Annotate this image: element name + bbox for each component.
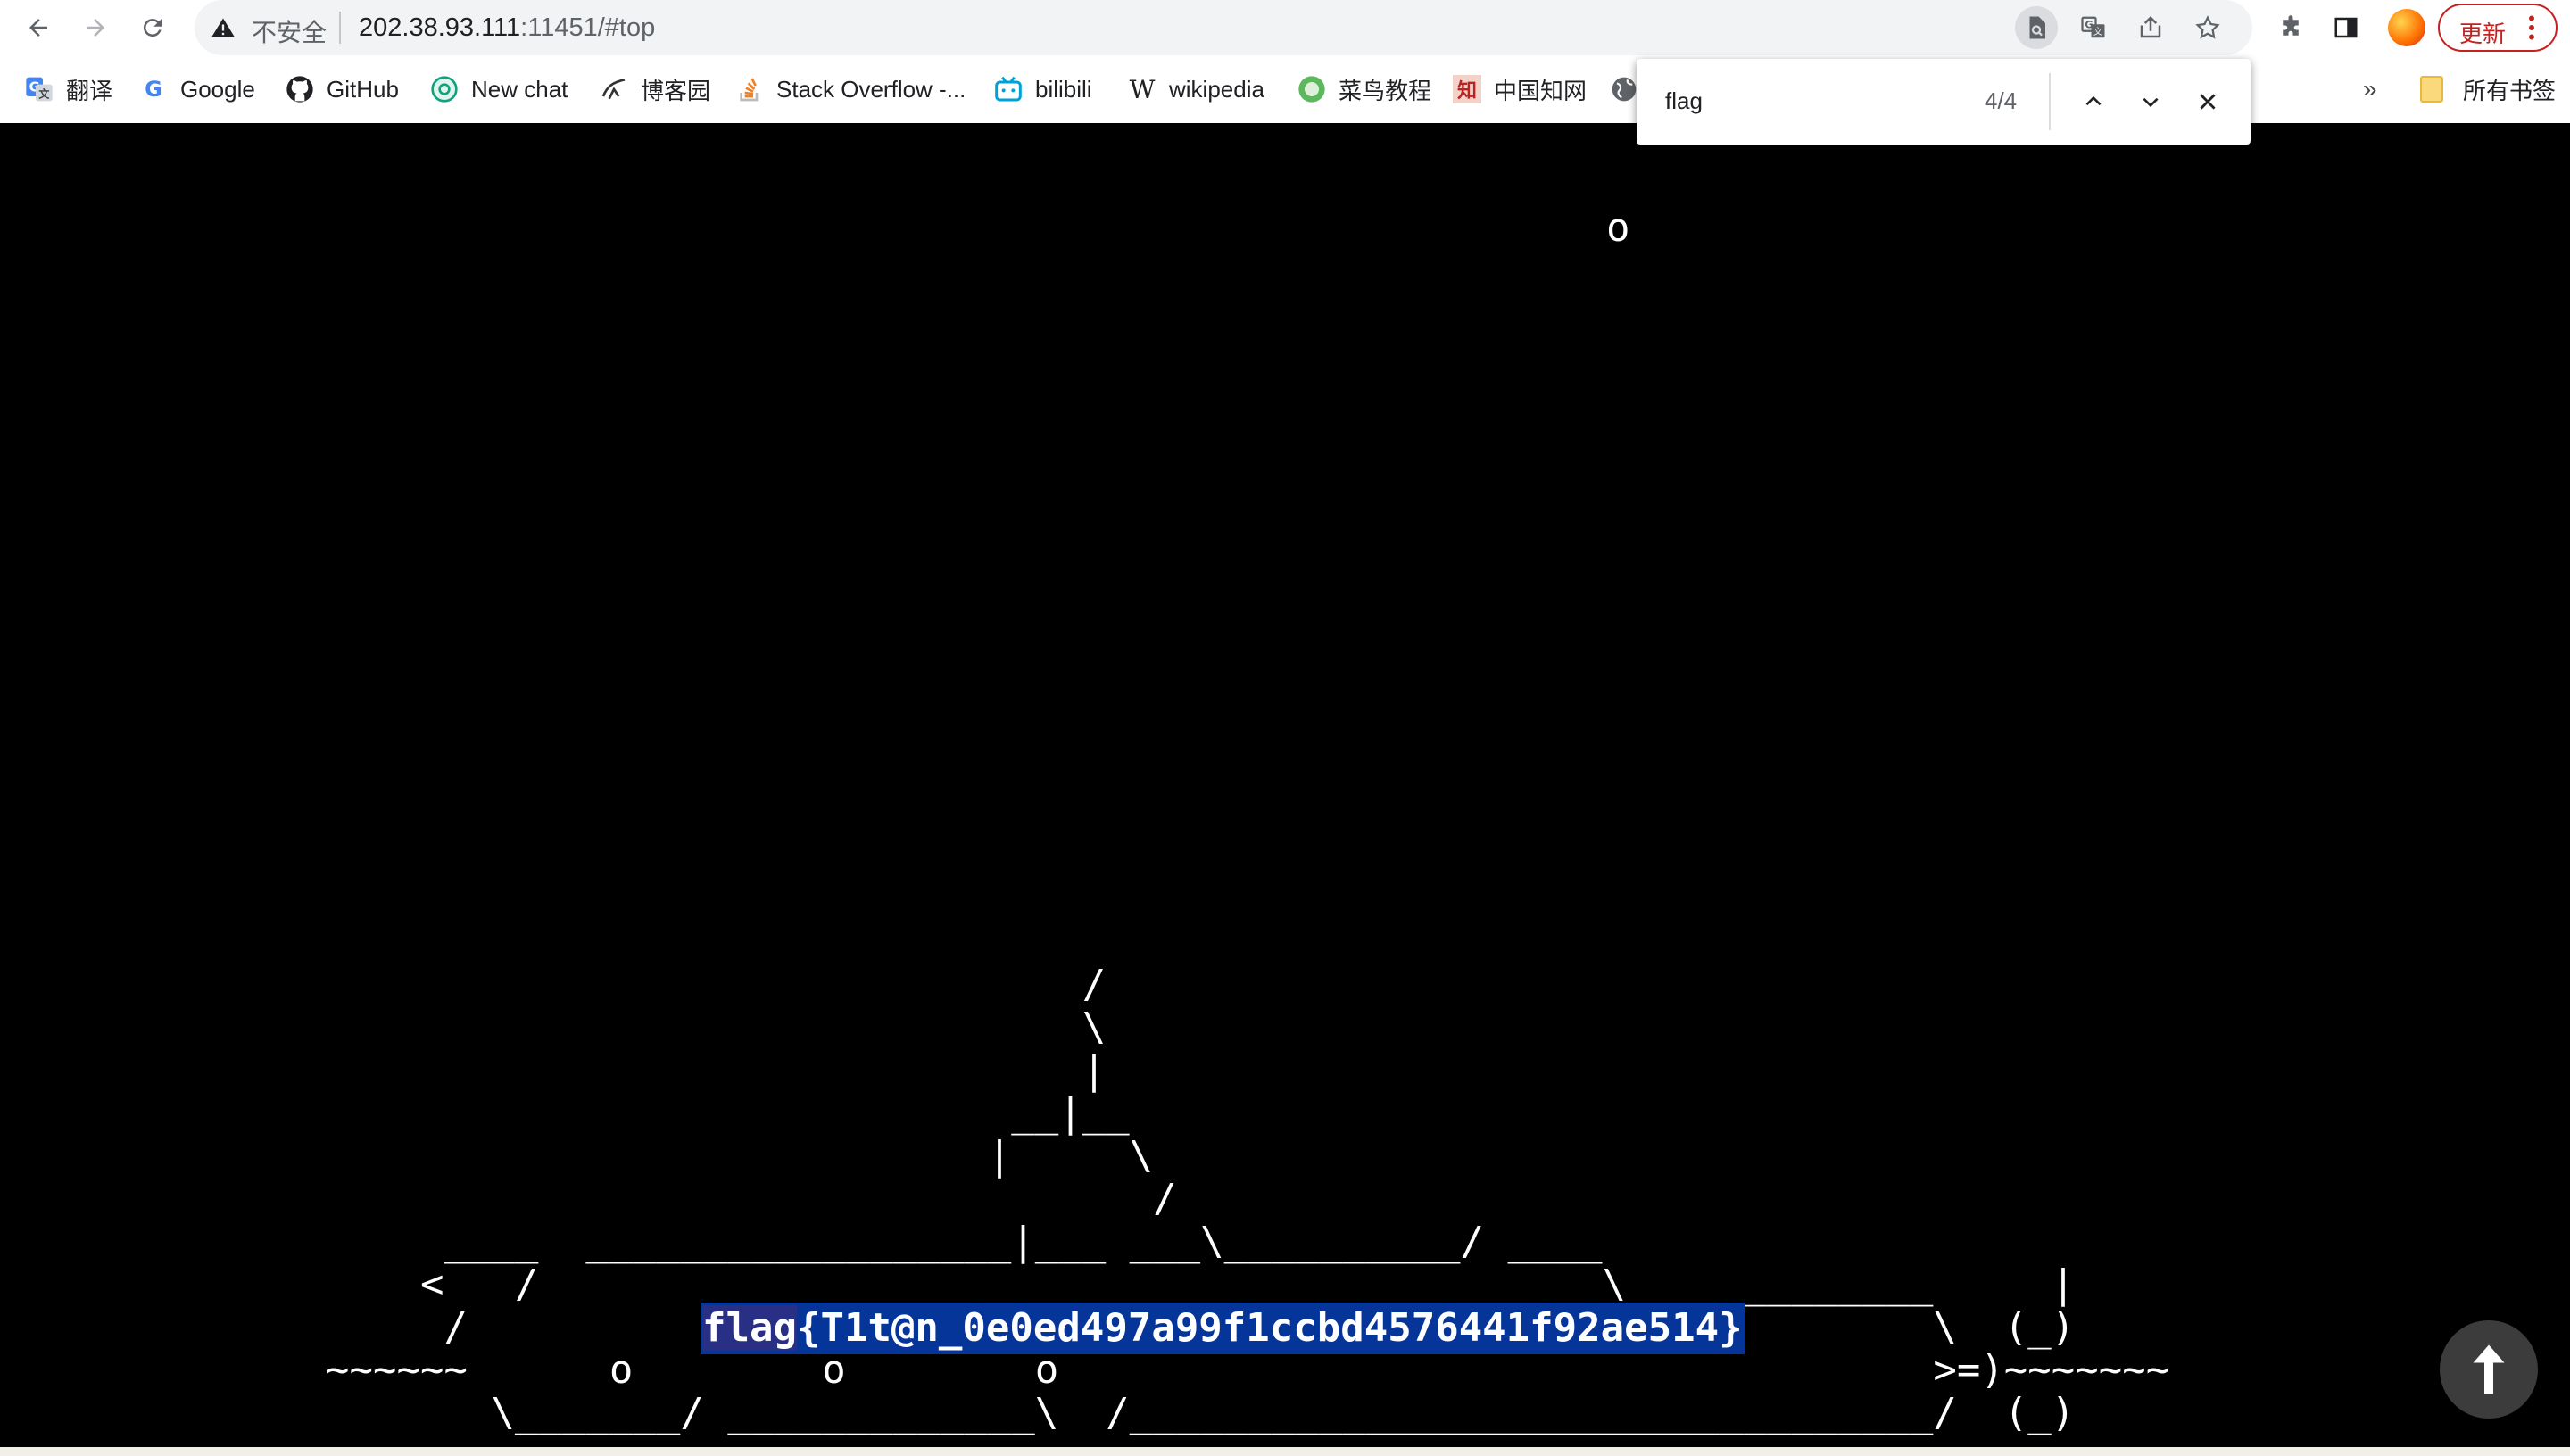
find-previous-button[interactable]	[2074, 82, 2113, 121]
bookmark-runoob[interactable]: 菜鸟教程	[1297, 71, 1431, 107]
openai-icon	[430, 75, 459, 103]
reload-button[interactable]	[132, 7, 173, 48]
bookmark-github[interactable]: GitHub	[286, 71, 399, 107]
folder-icon	[2420, 76, 2443, 103]
stackoverflow-icon	[735, 75, 764, 103]
translate-button[interactable]: G文	[2072, 6, 2115, 49]
bubble-glyph: o	[1606, 205, 1630, 251]
google-translate-icon: G文	[25, 75, 54, 103]
svg-text:文: 文	[38, 87, 50, 100]
wikipedia-icon: W	[1129, 74, 1156, 104]
find-divider	[2049, 73, 2051, 130]
close-icon	[2200, 94, 2216, 110]
bookmark-label: GitHub	[327, 75, 399, 103]
bookmark-google[interactable]: G Google	[139, 71, 255, 107]
address-bar[interactable]: 不安全 202.38.93.111:11451/#top G文	[195, 0, 2252, 55]
bookmark-new-chat[interactable]: New chat	[430, 71, 568, 107]
google-icon: G	[145, 77, 162, 102]
bookmark-label: Google	[180, 75, 255, 103]
bookmark-label: bilibili	[1035, 75, 1092, 103]
chevron-up-icon	[2085, 95, 2102, 106]
bilibili-icon	[994, 75, 1023, 103]
cnblogs-icon	[600, 75, 628, 103]
bookmark-translate[interactable]: G文 翻译	[25, 71, 112, 107]
bookmark-label: 菜鸟教程	[1339, 77, 1432, 104]
bookmarks-overflow-button[interactable]: »	[2363, 75, 2377, 103]
find-bar: 4/4	[1637, 59, 2251, 145]
security-label[interactable]: 不安全	[252, 13, 327, 49]
submarine-ascii-art: / \ | __|__ | \ / ____ _________________…	[326, 962, 2170, 1435]
all-bookmarks-button[interactable]: 所有书签	[2420, 71, 2556, 107]
find-input[interactable]	[1663, 80, 1961, 121]
find-in-page-icon	[2029, 16, 2045, 39]
side-panel-button[interactable]	[2325, 7, 2367, 48]
back-button[interactable]	[18, 7, 59, 48]
reload-icon	[143, 19, 162, 37]
scroll-to-top-button[interactable]	[2440, 1320, 2538, 1419]
flag-search-match: flag	[702, 1305, 797, 1351]
more-menu-icon	[2529, 15, 2534, 40]
url-text[interactable]: 202.38.93.111:11451/#top	[359, 13, 655, 43]
omnibox-divider	[339, 12, 341, 44]
side-panel-icon	[2334, 17, 2358, 38]
bookmark-label: New chat	[471, 75, 568, 103]
github-icon	[286, 75, 314, 103]
bookmark-bilibili[interactable]: bilibili	[994, 71, 1092, 107]
bookmark-stackoverflow[interactable]: Stack Overflow -...	[735, 71, 966, 107]
update-button[interactable]: 更新	[2438, 4, 2558, 52]
url-path: :11451/#top	[520, 13, 656, 42]
page-bottom-edge	[0, 1447, 2570, 1456]
bookmark-cnblogs[interactable]: 博客园	[600, 71, 710, 107]
chevron-down-icon	[2143, 97, 2159, 108]
find-close-button[interactable]	[2188, 82, 2227, 121]
bookmark-cnki[interactable]: 知 中国知网	[1453, 71, 1587, 107]
cnki-icon: 知	[1453, 75, 1481, 103]
puzzle-icon	[2283, 15, 2299, 36]
update-label: 更新	[2459, 21, 2507, 47]
bookmark-label: 中国知网	[1494, 77, 1588, 104]
url-host: 202.38.93.111	[359, 13, 521, 42]
find-in-page-button[interactable]	[2015, 6, 2058, 49]
extensions-button[interactable]	[2270, 7, 2311, 48]
share-icon	[2140, 15, 2161, 38]
browser-toolbar: 不安全 202.38.93.111:11451/#top G文 更新	[0, 0, 2570, 55]
bookmark-label: wikipedia	[1169, 75, 1264, 103]
warning-icon	[211, 18, 235, 37]
find-match-count: 4/4	[1985, 87, 2018, 114]
bookmark-label: 翻译	[66, 77, 113, 104]
bookmark-label: 博客园	[641, 77, 711, 104]
arrow-left-icon	[29, 19, 47, 37]
globe-icon	[1610, 75, 1638, 103]
share-button[interactable]	[2129, 6, 2172, 49]
find-next-button[interactable]	[2131, 82, 2170, 121]
flag-text: flag{T1t@n_0e0ed497a99f1ccbd4576441f92ae…	[701, 1303, 1745, 1354]
forward-button[interactable]	[75, 7, 116, 48]
bookmark-wikipedia[interactable]: W wikipedia	[1128, 71, 1264, 107]
flag-value: {T1t@n_0e0ed497a99f1ccbd4576441f92ae514}	[796, 1305, 1743, 1351]
arrow-right-icon	[87, 19, 104, 37]
star-icon	[2195, 15, 2220, 39]
runoob-icon	[1297, 75, 1326, 103]
bookmark-label: Stack Overflow -...	[776, 75, 966, 103]
arrow-up-icon	[2473, 1344, 2505, 1394]
all-bookmarks-label: 所有书签	[2463, 77, 2557, 104]
svg-text:文: 文	[2093, 26, 2102, 37]
profile-avatar[interactable]	[2388, 9, 2425, 46]
bookmark-star-button[interactable]	[2186, 6, 2229, 49]
translate-icon: G文	[2081, 16, 2105, 38]
